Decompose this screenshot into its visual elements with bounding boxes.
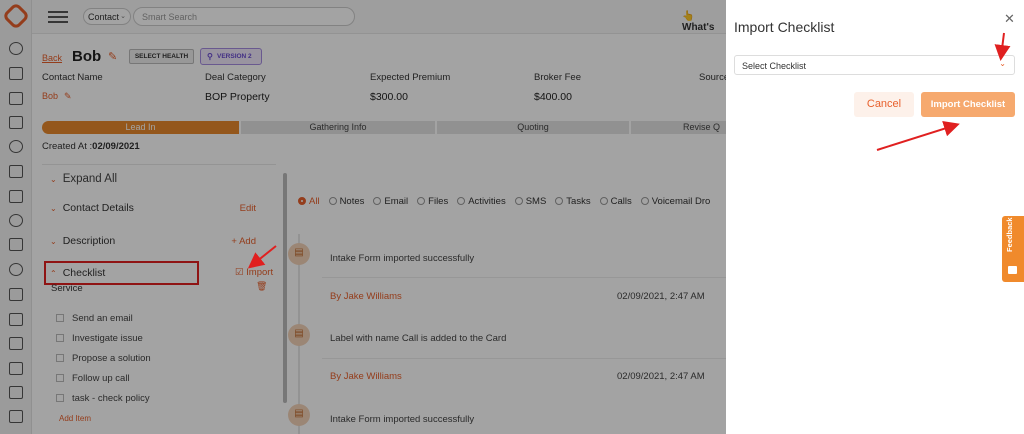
- feedback-icon: [1008, 266, 1017, 274]
- chevron-down-icon: ⌄: [999, 59, 1006, 68]
- drawer-title: Import Checklist: [734, 19, 835, 35]
- feedback-label: Feedback: [1005, 217, 1014, 252]
- checklist-select[interactable]: Select Checklist ⌄: [734, 55, 1015, 75]
- feedback-tab[interactable]: Feedback: [1002, 216, 1024, 282]
- checklist-select-value: Select Checklist: [742, 61, 807, 71]
- modal-backdrop[interactable]: [0, 0, 726, 434]
- close-icon[interactable]: ✕: [1004, 11, 1015, 27]
- import-checklist-drawer: Import Checklist ✕ Select Checklist ⌄ Ca…: [726, 0, 1024, 434]
- import-checklist-button[interactable]: Import Checklist: [921, 92, 1015, 117]
- cancel-button[interactable]: Cancel: [854, 92, 914, 117]
